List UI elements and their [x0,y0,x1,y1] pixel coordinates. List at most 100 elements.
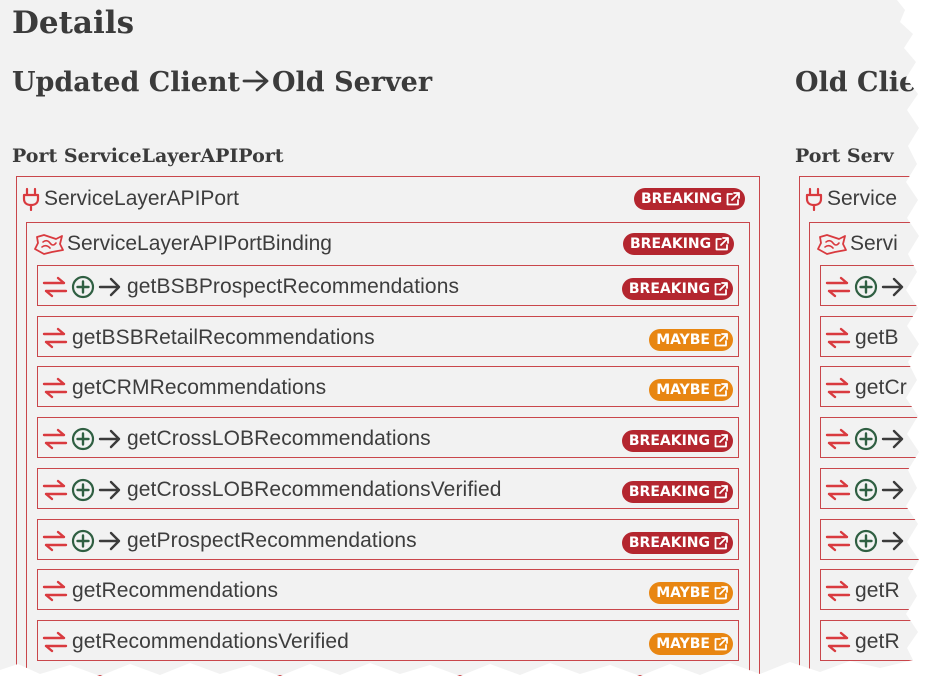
details-page: Details Updated Client Old Server Port Se… [0,0,919,676]
port-breaking-badge[interactable]: BREAKING [634,188,746,210]
breaking-badge[interactable]: BREAKING [621,481,733,503]
swap-arrows-icon [825,428,851,450]
breaking-badge[interactable]: BREAKING [621,278,733,300]
swap-arrows-icon [42,276,68,298]
badge-label: BREAKING [628,281,710,297]
external-link-icon [714,282,728,296]
operation-row[interactable] [820,519,919,560]
plus-circle-icon [854,529,878,553]
operation-icons [42,579,68,603]
operation-row[interactable]: getCrossLOBRecommendations BREAKING [37,417,739,458]
operation-row[interactable]: getRecommendations MAYBE [37,569,739,610]
badge-label: MAYBE [656,585,710,601]
external-link-icon [714,485,728,499]
left-column-title: Updated Client Old Server [12,67,432,98]
swap-arrows-icon [825,327,851,349]
external-link-icon [714,434,728,448]
badge-label: MAYBE [656,332,710,348]
port-heading: Port ServiceLayerAPIPort [12,145,284,167]
operation-row[interactable]: getB [820,316,919,357]
operation-icons [825,376,851,400]
external-link-icon [726,192,741,206]
operation-icons [825,529,905,553]
operation-icons [825,275,905,299]
swap-arrows-icon [825,479,851,501]
swap-arrows-icon [42,327,68,349]
operation-name: getRecommendationsVerified [72,630,349,653]
binding-breaking-badge[interactable]: BREAKING [623,233,735,255]
operation-row[interactable] [820,468,919,509]
operation-row[interactable]: getCr [820,366,919,407]
port-name: ServiceLayerAPIPort [44,187,239,210]
operation-name: getBSBProspectRecommendations [127,275,460,298]
plus-circle-icon [71,427,95,451]
plus-circle-icon [71,529,95,553]
arrow-right-icon [881,277,904,297]
operation-row[interactable] [820,417,919,458]
right-column-title: Old Clie [795,67,917,98]
swap-arrows-icon [825,580,851,602]
plus-circle-icon [71,275,95,299]
binding-name: ServiceLayerAPIPortBinding [67,232,332,255]
badge-label: MAYBE [656,636,710,652]
operation-icons [42,326,68,350]
right-port-heading: Port Serv [795,145,894,167]
swap-arrows-icon [42,428,68,450]
operation-icons [42,376,68,400]
arrow-right-icon [98,531,121,551]
maybe-badge[interactable]: MAYBE [649,329,733,351]
operation-icons [825,579,851,603]
operation-row[interactable]: getBSBProspectRecommendations BREAKING [37,265,739,306]
swap-arrows-icon [825,377,851,399]
arrow-right-icon [242,70,269,92]
operation-icons [42,478,122,502]
operation-row[interactable]: getBSBRetailRecommendations MAYBE [37,316,739,357]
arrow-right-icon [881,480,904,500]
server-label: Old Server [272,67,433,98]
plus-circle-icon [854,427,878,451]
operation-row[interactable] [820,265,919,306]
badge-label: BREAKING [628,484,710,500]
operation-name: getR [855,630,900,653]
swap-arrows-icon [825,276,851,298]
external-link-icon [714,333,728,347]
operation-row[interactable]: getProspectRecommendations BREAKING [37,519,739,560]
badge-label: BREAKING [628,535,710,551]
operation-name: getProspectRecommendations [127,529,417,552]
swap-arrows-icon [825,530,851,552]
external-link-icon [714,536,728,550]
operation-icons [42,529,122,553]
operation-name: getR [855,579,900,602]
arrow-right-icon [881,531,904,551]
operation-row[interactable]: getR [820,620,919,661]
operation-name: getCRMRecommendations [72,376,327,399]
right-port-name: Service [827,187,898,210]
operation-icons [825,326,851,350]
external-link-icon [714,383,728,397]
torn-screenshot: Details Updated Client Old Server Port Se… [0,0,919,676]
badge-label: BREAKING [628,433,710,449]
swap-arrows-icon [42,479,68,501]
swap-arrows-icon [42,377,68,399]
maybe-badge[interactable]: MAYBE [649,633,733,655]
operation-icons [825,630,851,654]
breaking-badge[interactable]: BREAKING [621,430,733,452]
operation-row[interactable]: getR [820,569,919,610]
operation-row[interactable]: getRecommendationsVerified MAYBE [37,620,739,661]
maybe-badge[interactable]: MAYBE [649,379,733,401]
operation-row[interactable]: getCRMRecommendations MAYBE [37,366,739,407]
operation-name: getB [855,326,899,349]
arrow-right-icon [98,429,121,449]
plus-circle-icon [71,478,95,502]
operation-row[interactable]: getCrossLOBRecommendationsVerified BREAKI… [37,468,739,509]
binding-icon [817,234,847,255]
plug-icon [22,187,40,211]
operation-name: getBSBRetailRecommendations [72,326,375,349]
maybe-badge[interactable]: MAYBE [649,582,733,604]
binding-icon [34,234,64,255]
arrow-right-icon [98,480,121,500]
arrow-right-icon [881,429,904,449]
operation-icons [42,427,122,451]
plug-icon [805,187,823,211]
breaking-badge[interactable]: BREAKING [621,532,733,554]
